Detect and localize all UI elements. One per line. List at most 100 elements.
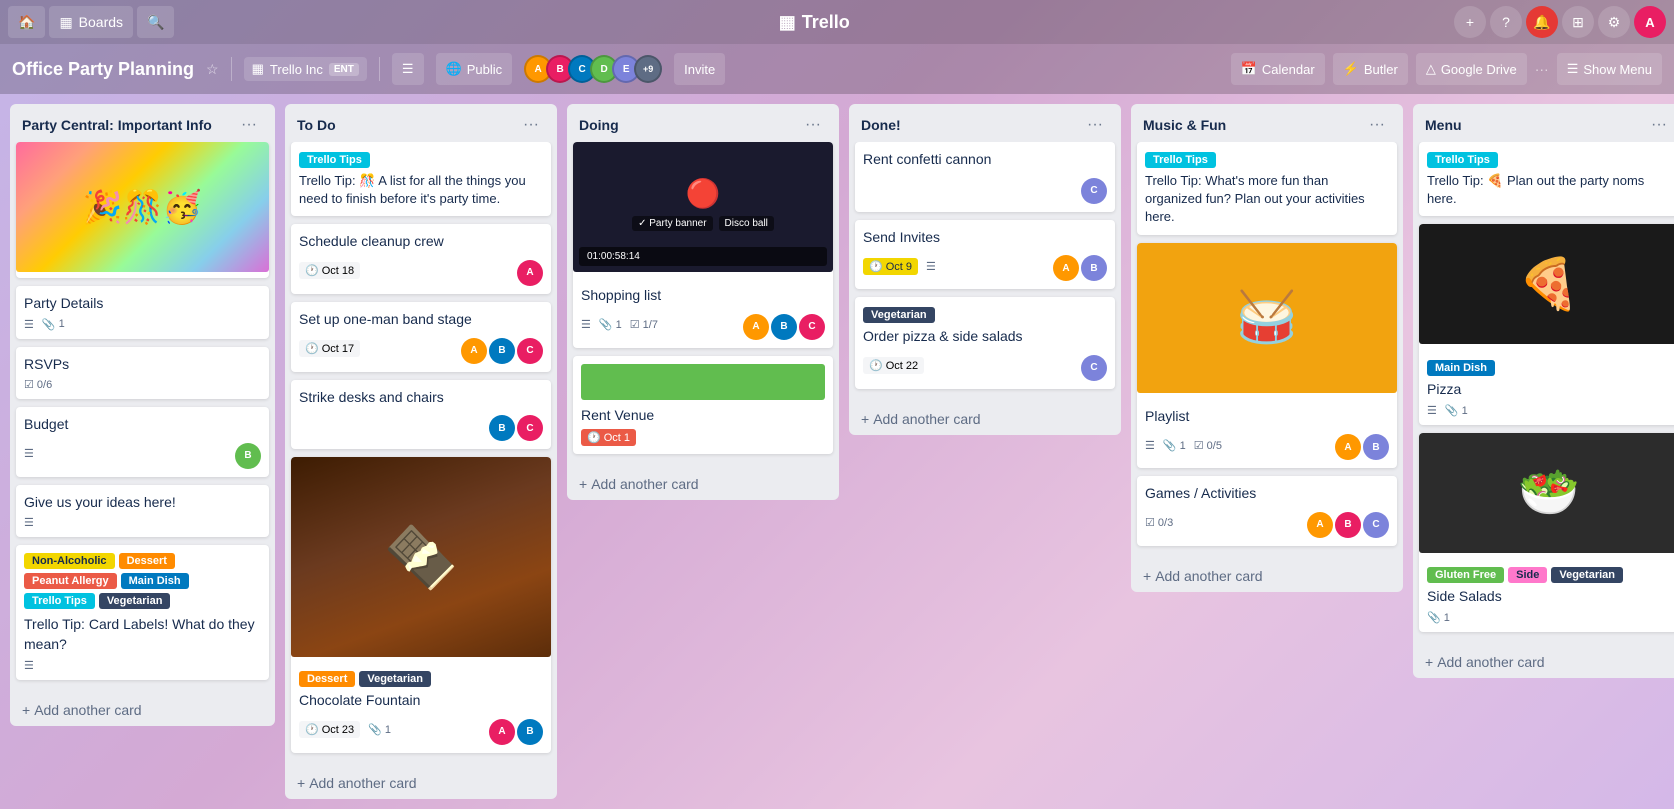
card-party-cover[interactable]: 🎉🎊🥳 <box>16 142 269 278</box>
board-content: Party Central: Important Info ··· 🎉🎊🥳 Pa… <box>0 94 1674 809</box>
pizza-label-veg: Vegetarian <box>863 307 935 323</box>
invite-label: Invite <box>684 62 715 77</box>
video-time: 01:00:58:14 <box>587 251 640 262</box>
trello-tip-badge-menu: Trello Tips <box>1427 152 1498 168</box>
column-menu-btn-doing[interactable]: ··· <box>799 114 827 136</box>
info-button[interactable]: ? <box>1490 6 1522 38</box>
calendar-btn[interactable]: 📅 Calendar <box>1231 53 1325 85</box>
pizza-card-title: Pizza <box>1427 380 1671 400</box>
add-card-menu[interactable]: + Add another card <box>1413 646 1674 678</box>
choco-member-2: B <box>517 719 543 745</box>
attachment-badge: 📎 1 <box>42 318 65 331</box>
column-header-party-central: Party Central: Important Info ··· <box>10 104 275 142</box>
choco-label-dessert: Dessert <box>299 671 355 687</box>
card-rent-venue[interactable]: Rent Venue 🕐 Oct 1 <box>573 356 833 455</box>
card-party-details[interactable]: Party Details ☰ 📎 1 <box>16 286 269 339</box>
column-title-doing: Doing <box>579 117 799 133</box>
card-strike-desks[interactable]: Strike desks and chairs B C <box>291 380 551 450</box>
games-member-3: C <box>1363 512 1389 538</box>
pizza-attach-badge: 📎 1 <box>1445 404 1468 417</box>
card-send-invites[interactable]: Send Invites 🕐 Oct 9 ☰ A B <box>855 220 1115 290</box>
trello-name: Trello <box>802 12 850 33</box>
trello-tip-badge: Trello Tips <box>299 152 370 168</box>
description-badge-ideas: ☰ <box>24 516 34 529</box>
add-card-done[interactable]: + Add another card <box>849 403 1121 435</box>
column-menu-btn-done[interactable]: ··· <box>1081 114 1109 136</box>
add-card-menu-label: Add another card <box>1437 654 1544 670</box>
card-shopping-list[interactable]: 🔴 ✓ Party banner Disco ball 01:00:58:14 … <box>573 142 833 348</box>
card-chocolate-fountain[interactable]: 🍫 Dessert Vegetarian Chocolate Fountain … <box>291 457 551 753</box>
drive-btn[interactable]: △ Google Drive <box>1416 53 1527 85</box>
card-budget[interactable]: Budget ☰ B <box>16 407 269 477</box>
apps-button[interactable]: ⊞ <box>1562 6 1594 38</box>
choco-attach: 📎 1 <box>368 723 391 736</box>
star-icon[interactable]: ☆ <box>206 61 219 78</box>
card-one-man-band[interactable]: Set up one-man band stage 🕐 Oct 17 A B C <box>291 302 551 372</box>
avatar-more[interactable]: +9 <box>634 55 662 83</box>
add-card-doing[interactable]: + Add another card <box>567 468 839 500</box>
visibility-btn[interactable]: 🌐 Public <box>436 53 513 85</box>
shopping-attach: 📎 1 <box>599 318 622 331</box>
plus-icon-doing: + <box>579 476 587 492</box>
label-dessert: Dessert <box>119 553 175 569</box>
add-card-music[interactable]: + Add another card <box>1131 560 1403 592</box>
card-rsvps[interactable]: RSVPs ☑ 0/6 <box>16 347 269 400</box>
label-main-dish: Main Dish <box>121 573 189 589</box>
choco-member-1: A <box>489 719 515 745</box>
show-menu-btn[interactable]: ☰ Show Menu <box>1557 53 1662 85</box>
org-badge[interactable]: ▦ Trello Inc ENT <box>244 57 367 81</box>
playlist-count: 📎 1 <box>1163 439 1186 452</box>
card-tip-menu[interactable]: Trello Tips Trello Tip: 🍕 Plan out the p… <box>1419 142 1674 216</box>
home-button[interactable]: 🏠 <box>8 6 45 38</box>
column-music-fun: Music & Fun ··· Trello Tips Trello Tip: … <box>1131 104 1403 592</box>
salad-label-gf: Gluten Free <box>1427 567 1504 583</box>
user-avatar[interactable]: A <box>1634 6 1666 38</box>
shopping-desc: ☰ <box>581 318 591 331</box>
card-cleanup-crew[interactable]: Schedule cleanup crew 🕐 Oct 18 A <box>291 224 551 294</box>
plus-icon-menu: + <box>1425 654 1433 670</box>
card-confetti-cannon[interactable]: ✏ Rent confetti cannon C <box>855 142 1115 212</box>
add-card-doing-label: Add another card <box>591 476 698 492</box>
card-give-ideas[interactable]: Give us your ideas here! ☰ <box>16 485 269 538</box>
description-badge-labels: ☰ <box>24 659 34 672</box>
boards-button[interactable]: ▦ Boards <box>49 6 133 38</box>
card-tip-music[interactable]: Trello Tips Trello Tip: What's more fun … <box>1137 142 1397 235</box>
party-details-title: Party Details <box>24 294 261 314</box>
salad-label-veg: Vegetarian <box>1551 567 1623 583</box>
choco-date: 🕐 Oct 23 <box>299 721 360 738</box>
add-card-todo[interactable]: + Add another card <box>285 767 557 799</box>
add-button[interactable]: + <box>1454 6 1486 38</box>
column-menu: Menu ··· Trello Tips Trello Tip: 🍕 Plan … <box>1413 104 1674 678</box>
card-order-pizza[interactable]: Vegetarian Order pizza & side salads 🕐 O… <box>855 297 1115 389</box>
column-menu-btn-music[interactable]: ··· <box>1363 114 1391 136</box>
card-games-activities[interactable]: Games / Activities ☑ 0/3 A B C <box>1137 476 1397 546</box>
card-tip-todo[interactable]: Trello Tips Trello Tip: 🎊 A list for all… <box>291 142 551 216</box>
games-member-1: A <box>1307 512 1333 538</box>
card-playlist[interactable]: 🥁 Playlist ☰ 📎 1 ☑ 0/5 A B <box>1137 243 1397 469</box>
playlist-member-1: A <box>1335 434 1361 460</box>
column-menu-btn-menu[interactable]: ··· <box>1645 114 1673 136</box>
column-menu-btn-party-central[interactable]: ··· <box>235 114 263 136</box>
column-menu-btn-todo[interactable]: ··· <box>517 114 545 136</box>
strike-title: Strike desks and chairs <box>299 388 543 408</box>
view-btn[interactable]: ☰ <box>392 53 424 85</box>
shopping-member-1: A <box>743 314 769 340</box>
butler-btn[interactable]: ⚡ Butler <box>1333 53 1408 85</box>
search-button[interactable]: 🔍 <box>137 6 174 38</box>
settings-button[interactable]: ⚙ <box>1598 6 1630 38</box>
card-side-salads[interactable]: 🥗 Gluten Free Side Vegetarian Side Salad… <box>1419 433 1674 632</box>
card-labels-tip[interactable]: Non-Alcoholic Dessert Peanut Allergy Mai… <box>16 545 269 679</box>
add-card-party-central[interactable]: + Add another card <box>10 694 275 726</box>
tip-text-music: Trello Tip: What's more fun than organiz… <box>1145 172 1389 227</box>
invite-btn[interactable]: Invite <box>674 53 725 85</box>
card-pizza[interactable]: 🍕 Main Dish Pizza ☰ 📎 1 <box>1419 224 1674 425</box>
shopping-title: Shopping list <box>581 286 825 306</box>
rent-venue-date: 🕐 Oct 1 <box>581 429 636 446</box>
salad-attach: 📎 1 <box>1427 611 1450 624</box>
plus-icon: + <box>22 702 30 718</box>
notifications-button[interactable]: 🔔 <box>1526 6 1558 38</box>
column-cards-done: ✏ Rent confetti cannon C Send Invites 🕐 … <box>849 142 1121 403</box>
strike-member-2: C <box>517 415 543 441</box>
shopping-checklist: ☑ 1/7 <box>630 318 658 331</box>
butler-icon: ⚡ <box>1343 61 1359 77</box>
